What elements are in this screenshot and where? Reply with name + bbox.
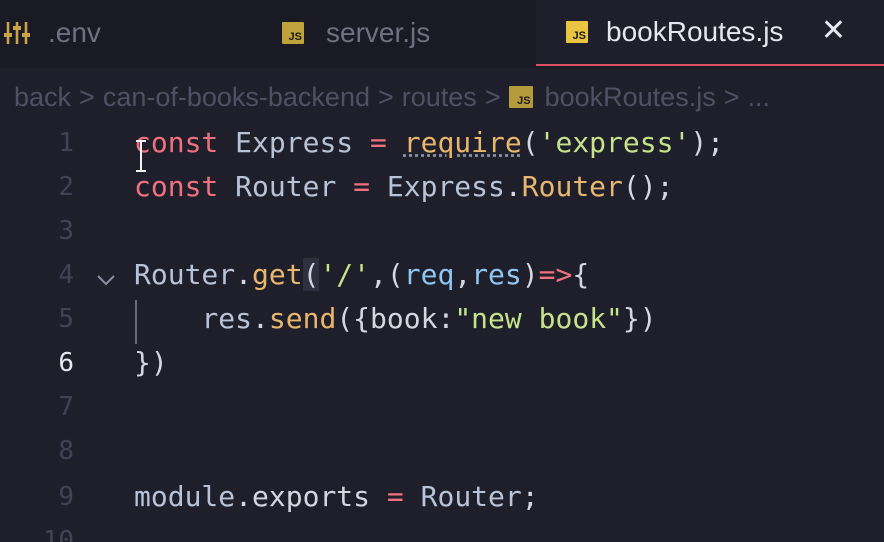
punctuation: (); xyxy=(622,170,674,203)
tab-label: bookRoutes.js xyxy=(606,16,784,47)
js-file-icon: JS xyxy=(566,21,588,43)
function-name: require xyxy=(403,126,522,159)
punctuation: . xyxy=(252,302,269,335)
operator: = xyxy=(353,170,371,203)
settings-sliders-icon xyxy=(4,22,30,44)
code-line[interactable]: }) xyxy=(134,346,168,379)
punctuation: . xyxy=(235,480,253,513)
code-line[interactable]: Router.get('/',(req,res)=>{ xyxy=(134,258,589,291)
punctuation: ) xyxy=(521,258,539,291)
chevron-right-icon: > xyxy=(484,81,501,112)
breadcrumb-item[interactable]: routes xyxy=(402,82,477,113)
identifier: Router xyxy=(218,170,354,203)
punctuation: . xyxy=(504,170,522,203)
line-number: 5 xyxy=(58,304,74,334)
punctuation: ( xyxy=(302,258,320,291)
identifier: Router xyxy=(420,480,522,513)
tab-bar: .env JS server.js JS bookRoutes.js ✕ xyxy=(0,0,884,68)
punctuation: ; xyxy=(521,480,539,513)
breadcrumb-item[interactable]: ... xyxy=(747,82,770,113)
code-line[interactable]: module.exports = Router; xyxy=(134,480,539,513)
function-name: send xyxy=(268,302,337,335)
identifier: module xyxy=(134,480,236,513)
chevron-right-icon: > xyxy=(79,81,95,112)
line-number: 4 xyxy=(58,260,74,290)
punctuation: }) xyxy=(134,346,168,379)
string: 'express' xyxy=(538,126,691,159)
tab-env[interactable]: .env xyxy=(0,0,250,66)
string: '/' xyxy=(319,258,371,291)
identifier: res xyxy=(201,302,253,335)
line-number: 1 xyxy=(58,128,74,158)
chevron-right-icon: > xyxy=(377,81,394,112)
line-number: 9 xyxy=(58,482,74,512)
code-line[interactable]: const Express = require('express'); xyxy=(134,126,724,159)
operator: => xyxy=(538,258,573,291)
line-number-current: 6 xyxy=(58,348,74,378)
line-number: 3 xyxy=(58,216,74,246)
code-line[interactable]: const Router = Express.Router(); xyxy=(134,170,673,203)
tab-label: server.js xyxy=(326,17,431,48)
breadcrumb-item[interactable]: can-of-books-backend xyxy=(103,82,370,113)
operator: = xyxy=(386,480,404,513)
keyword: const xyxy=(134,170,219,203)
close-icon[interactable]: ✕ xyxy=(821,13,846,48)
line-number: 7 xyxy=(58,392,74,422)
identifier: Router xyxy=(134,258,236,291)
parameter: res xyxy=(471,258,522,291)
punctuation: ( xyxy=(521,126,539,159)
chevron-right-icon: > xyxy=(723,81,740,112)
string: "new book" xyxy=(454,302,623,335)
breadcrumb: back > can-of-books-backend > routes > J… xyxy=(14,78,770,116)
tab-server-js[interactable]: JS server.js xyxy=(282,0,532,66)
line-number: 8 xyxy=(58,436,74,466)
punctuation: { xyxy=(572,258,590,291)
breadcrumb-item[interactable]: back xyxy=(14,82,71,113)
property: exports xyxy=(252,480,371,513)
code-editor: .env JS server.js JS bookRoutes.js ✕ bac… xyxy=(0,0,884,542)
parameter: req xyxy=(403,258,455,291)
line-number: 2 xyxy=(58,172,74,202)
js-file-icon: JS xyxy=(508,86,533,108)
text-cursor-icon xyxy=(136,140,146,172)
punctuation: ); xyxy=(690,126,725,159)
punctuation: ,( xyxy=(370,258,404,291)
identifier: Express xyxy=(218,126,371,159)
identifier: Express xyxy=(386,170,505,203)
punctuation: . xyxy=(235,258,253,291)
function-name: get xyxy=(252,258,303,291)
js-file-icon: JS xyxy=(282,22,304,44)
function-name: Router xyxy=(521,170,623,203)
punctuation: }) xyxy=(622,302,657,335)
tab-label: .env xyxy=(48,17,101,48)
punctuation: , xyxy=(454,258,472,291)
chevron-down-icon[interactable] xyxy=(94,268,118,292)
operator: = xyxy=(370,126,387,159)
code-line[interactable]: res.send({book:"new book"}) xyxy=(134,302,657,335)
breadcrumb-item[interactable]: bookRoutes.js xyxy=(545,82,716,113)
tab-bookroutes-js[interactable]: JS bookRoutes.js ✕ xyxy=(536,0,884,66)
punctuation: ({book: xyxy=(336,302,455,335)
indentation xyxy=(134,302,201,335)
line-number: 10 xyxy=(42,526,74,542)
